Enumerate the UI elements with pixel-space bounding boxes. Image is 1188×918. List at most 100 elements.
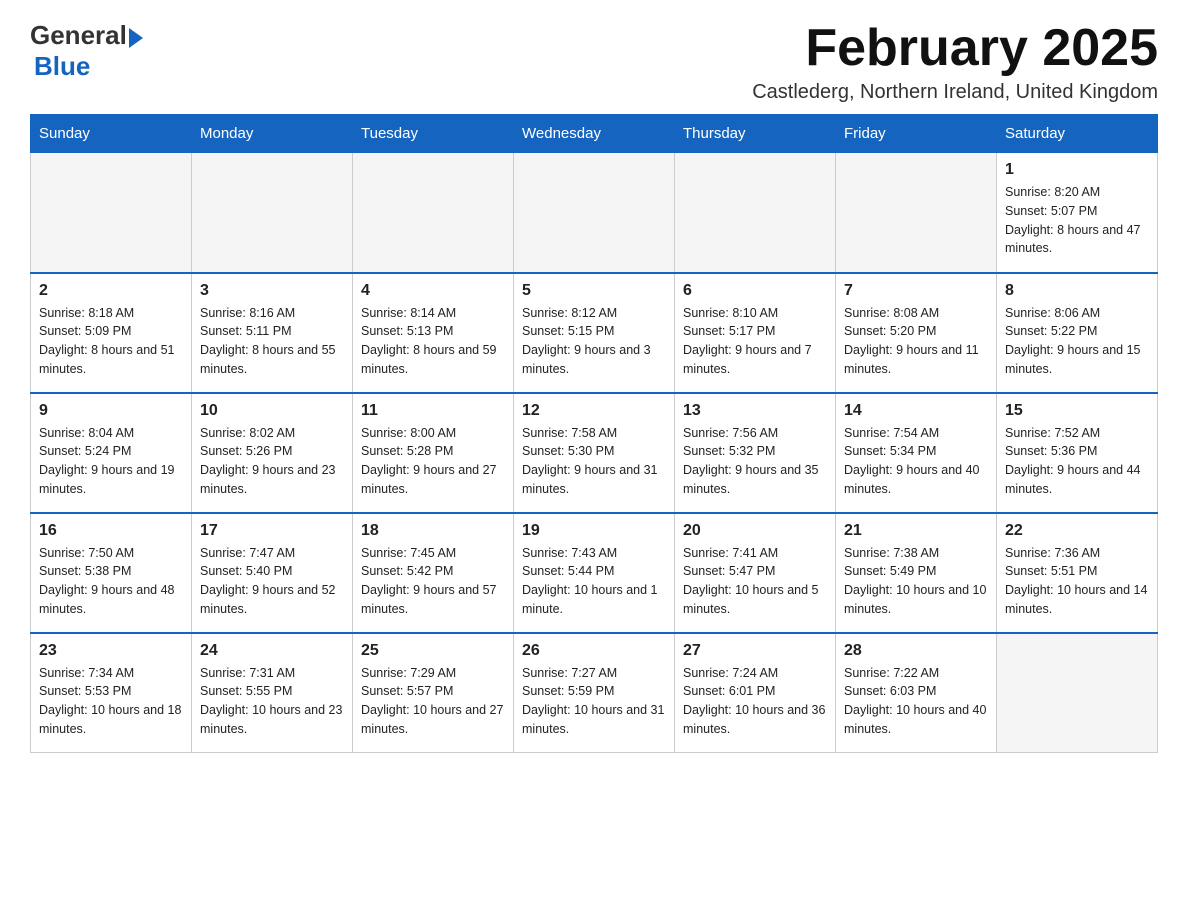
title-section: February 2025 Castlederg, Northern Irela… — [752, 20, 1158, 104]
day-sun-info: Sunrise: 8:20 AMSunset: 5:07 PMDaylight:… — [1005, 183, 1149, 258]
calendar-day-cell: 12 Sunrise: 7:58 AMSunset: 5:30 PMDayligh… — [514, 393, 675, 513]
day-number: 24 — [200, 642, 344, 660]
location-subtitle: Castlederg, Northern Ireland, United Kin… — [752, 81, 1158, 104]
calendar-day-cell: 21Sunrise: 7:38 AMSunset: 5:49 PMDayligh… — [836, 513, 997, 633]
day-number: 23 — [39, 642, 183, 660]
logo-general-text: General — [30, 20, 127, 51]
weekday-header-tuesday: Tuesday — [353, 115, 514, 153]
day-sun-info: Sunrise: 7:34 AMSunset: 5:53 PMDaylight:… — [39, 664, 183, 739]
calendar-day-cell: 25 Sunrise: 7:29 AMSunset: 5:57 PMDayligh… — [353, 633, 514, 753]
day-sun-info: Sunrise: 7:50 AMSunset: 5:38 PMDaylight:… — [39, 544, 183, 619]
calendar-day-cell: 2 Sunrise: 8:18 AMSunset: 5:09 PMDaylight… — [31, 273, 192, 393]
weekday-header-saturday: Saturday — [997, 115, 1158, 153]
calendar-day-cell: 20 Sunrise: 7:41 AMSunset: 5:47 PMDayligh… — [675, 513, 836, 633]
calendar-day-cell: 24 Sunrise: 7:31 AMSunset: 5:55 PMDayligh… — [192, 633, 353, 753]
calendar-day-cell: 4Sunrise: 8:14 AMSunset: 5:13 PMDaylight… — [353, 273, 514, 393]
weekday-header-thursday: Thursday — [675, 115, 836, 153]
day-number: 19 — [522, 522, 666, 540]
day-sun-info: Sunrise: 8:08 AMSunset: 5:20 PMDaylight:… — [844, 304, 988, 379]
calendar-day-cell: 14 Sunrise: 7:54 AMSunset: 5:34 PMDayligh… — [836, 393, 997, 513]
day-number: 28 — [844, 642, 988, 660]
day-number: 18 — [361, 522, 505, 540]
day-sun-info: Sunrise: 7:45 AMSunset: 5:42 PMDaylight:… — [361, 544, 505, 619]
day-number: 20 — [683, 522, 827, 540]
page-header: General Blue February 2025 Castlederg, N… — [30, 20, 1158, 104]
day-number: 1 — [1005, 161, 1149, 179]
day-sun-info: Sunrise: 8:14 AMSunset: 5:13 PMDaylight:… — [361, 304, 505, 379]
calendar-day-cell — [997, 633, 1158, 753]
day-sun-info: Sunrise: 7:27 AMSunset: 5:59 PMDaylight:… — [522, 664, 666, 739]
calendar-day-cell: 11 Sunrise: 8:00 AMSunset: 5:28 PMDayligh… — [353, 393, 514, 513]
day-sun-info: Sunrise: 7:41 AMSunset: 5:47 PMDaylight:… — [683, 544, 827, 619]
logo: General Blue — [30, 20, 143, 82]
calendar-day-cell: 19 Sunrise: 7:43 AMSunset: 5:44 PMDayligh… — [514, 513, 675, 633]
day-sun-info: Sunrise: 7:38 AMSunset: 5:49 PMDaylight:… — [844, 544, 988, 619]
calendar-day-cell: 28 Sunrise: 7:22 AMSunset: 6:03 PMDayligh… — [836, 633, 997, 753]
calendar-day-cell: 3 Sunrise: 8:16 AMSunset: 5:11 PMDaylight… — [192, 273, 353, 393]
day-number: 12 — [522, 402, 666, 420]
day-sun-info: Sunrise: 7:52 AMSunset: 5:36 PMDaylight:… — [1005, 424, 1149, 499]
calendar-day-cell: 9 Sunrise: 8:04 AMSunset: 5:24 PMDaylight… — [31, 393, 192, 513]
day-number: 27 — [683, 642, 827, 660]
calendar-day-cell: 5Sunrise: 8:12 AMSunset: 5:15 PMDaylight… — [514, 273, 675, 393]
day-number: 6 — [683, 282, 827, 300]
calendar-day-cell — [353, 153, 514, 273]
calendar-day-cell: 18 Sunrise: 7:45 AMSunset: 5:42 PMDayligh… — [353, 513, 514, 633]
day-sun-info: Sunrise: 7:47 AMSunset: 5:40 PMDaylight:… — [200, 544, 344, 619]
day-sun-info: Sunrise: 8:06 AMSunset: 5:22 PMDaylight:… — [1005, 304, 1149, 379]
calendar-week-row: 23 Sunrise: 7:34 AMSunset: 5:53 PMDayligh… — [31, 633, 1158, 753]
calendar-day-cell: 27 Sunrise: 7:24 AMSunset: 6:01 PMDayligh… — [675, 633, 836, 753]
calendar-day-cell — [192, 153, 353, 273]
day-number: 10 — [200, 402, 344, 420]
day-sun-info: Sunrise: 7:24 AMSunset: 6:01 PMDaylight:… — [683, 664, 827, 739]
calendar-day-cell: 23 Sunrise: 7:34 AMSunset: 5:53 PMDayligh… — [31, 633, 192, 753]
weekday-header-monday: Monday — [192, 115, 353, 153]
calendar-week-row: 2 Sunrise: 8:18 AMSunset: 5:09 PMDaylight… — [31, 273, 1158, 393]
day-sun-info: Sunrise: 7:31 AMSunset: 5:55 PMDaylight:… — [200, 664, 344, 739]
calendar-week-row: 1 Sunrise: 8:20 AMSunset: 5:07 PMDaylight… — [31, 153, 1158, 273]
day-sun-info: Sunrise: 7:56 AMSunset: 5:32 PMDaylight:… — [683, 424, 827, 499]
calendar-week-row: 16 Sunrise: 7:50 AMSunset: 5:38 PMDayligh… — [31, 513, 1158, 633]
calendar-day-cell — [675, 153, 836, 273]
day-number: 7 — [844, 282, 988, 300]
day-sun-info: Sunrise: 8:04 AMSunset: 5:24 PMDaylight:… — [39, 424, 183, 499]
calendar-table: SundayMondayTuesdayWednesdayThursdayFrid… — [30, 114, 1158, 753]
calendar-day-cell: 1 Sunrise: 8:20 AMSunset: 5:07 PMDaylight… — [997, 153, 1158, 273]
day-sun-info: Sunrise: 8:16 AMSunset: 5:11 PMDaylight:… — [200, 304, 344, 379]
calendar-day-cell: 22 Sunrise: 7:36 AMSunset: 5:51 PMDayligh… — [997, 513, 1158, 633]
day-number: 8 — [1005, 282, 1149, 300]
day-sun-info: Sunrise: 8:18 AMSunset: 5:09 PMDaylight:… — [39, 304, 183, 379]
day-number: 25 — [361, 642, 505, 660]
day-number: 16 — [39, 522, 183, 540]
calendar-day-cell: 13Sunrise: 7:56 AMSunset: 5:32 PMDayligh… — [675, 393, 836, 513]
calendar-day-cell — [514, 153, 675, 273]
day-number: 11 — [361, 402, 505, 420]
day-number: 2 — [39, 282, 183, 300]
calendar-day-cell: 17 Sunrise: 7:47 AMSunset: 5:40 PMDayligh… — [192, 513, 353, 633]
weekday-header-sunday: Sunday — [31, 115, 192, 153]
day-sun-info: Sunrise: 7:54 AMSunset: 5:34 PMDaylight:… — [844, 424, 988, 499]
calendar-day-cell: 16 Sunrise: 7:50 AMSunset: 5:38 PMDayligh… — [31, 513, 192, 633]
calendar-day-cell: 26 Sunrise: 7:27 AMSunset: 5:59 PMDayligh… — [514, 633, 675, 753]
day-sun-info: Sunrise: 7:29 AMSunset: 5:57 PMDaylight:… — [361, 664, 505, 739]
calendar-day-cell — [836, 153, 997, 273]
logo-blue-text: Blue — [34, 51, 90, 82]
day-number: 3 — [200, 282, 344, 300]
day-sun-info: Sunrise: 7:36 AMSunset: 5:51 PMDaylight:… — [1005, 544, 1149, 619]
day-number: 22 — [1005, 522, 1149, 540]
day-number: 17 — [200, 522, 344, 540]
calendar-day-cell: 8 Sunrise: 8:06 AMSunset: 5:22 PMDaylight… — [997, 273, 1158, 393]
day-number: 9 — [39, 402, 183, 420]
calendar-day-cell — [31, 153, 192, 273]
day-number: 14 — [844, 402, 988, 420]
day-number: 15 — [1005, 402, 1149, 420]
calendar-day-cell: 6 Sunrise: 8:10 AMSunset: 5:17 PMDaylight… — [675, 273, 836, 393]
day-number: 26 — [522, 642, 666, 660]
day-sun-info: Sunrise: 8:00 AMSunset: 5:28 PMDaylight:… — [361, 424, 505, 499]
weekday-header-row: SundayMondayTuesdayWednesdayThursdayFrid… — [31, 115, 1158, 153]
day-sun-info: Sunrise: 8:10 AMSunset: 5:17 PMDaylight:… — [683, 304, 827, 379]
day-sun-info: Sunrise: 7:58 AMSunset: 5:30 PMDaylight:… — [522, 424, 666, 499]
day-sun-info: Sunrise: 7:22 AMSunset: 6:03 PMDaylight:… — [844, 664, 988, 739]
calendar-day-cell: 10Sunrise: 8:02 AMSunset: 5:26 PMDayligh… — [192, 393, 353, 513]
day-sun-info: Sunrise: 7:43 AMSunset: 5:44 PMDaylight:… — [522, 544, 666, 619]
